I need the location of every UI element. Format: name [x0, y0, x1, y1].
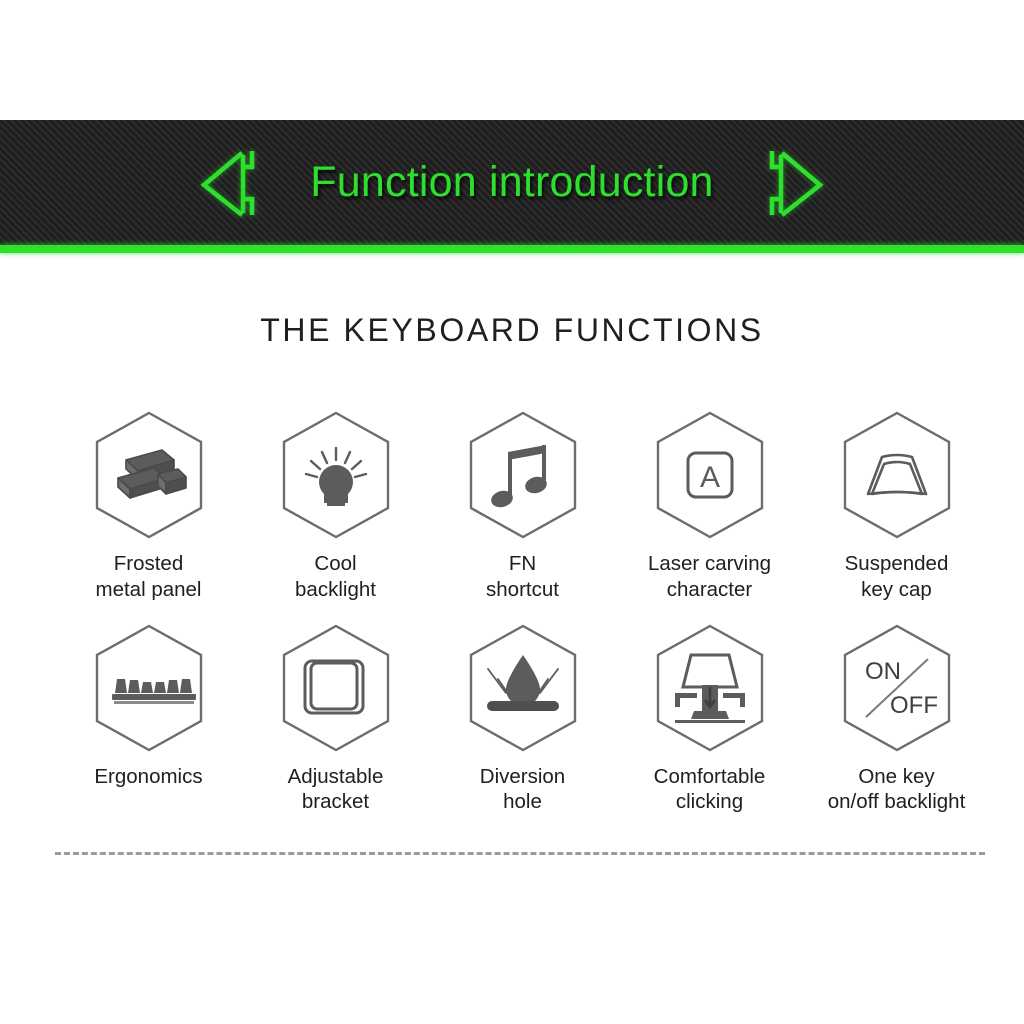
feature-label: Adjustable bracket	[287, 764, 384, 814]
feature-row-2: Ergonomics Adjustable bracket Diversion …	[55, 621, 990, 816]
feature-suspended-key-cap[interactable]: Suspended key cap	[803, 408, 990, 603]
feature-label: One key on/off backlight	[827, 764, 966, 814]
music-note-icon	[462, 408, 584, 542]
feature-one-key-backlight[interactable]: ON OFF One key on/off backlight	[803, 621, 990, 816]
banner-content: Function introduction	[194, 145, 829, 221]
header-banner: Function introduction	[0, 120, 1024, 245]
keycap-letter-a-icon: A	[649, 408, 771, 542]
double-chevron-right-icon	[758, 145, 830, 221]
on-off-toggle-icon: ON OFF	[836, 621, 958, 755]
page-title: THE KEYBOARD FUNCTIONS	[260, 312, 764, 348]
feature-cool-backlight[interactable]: Cool backlight	[242, 408, 429, 603]
double-chevron-left-icon	[194, 145, 266, 221]
feature-fn-shortcut[interactable]: FN shortcut	[429, 408, 616, 603]
feature-grid: Frosted metal panel Cool backlight FN sh…	[55, 408, 990, 815]
feature-row-1: Frosted metal panel Cool backlight FN sh…	[55, 408, 990, 603]
feature-frosted-metal-panel[interactable]: Frosted metal panel	[55, 408, 242, 603]
bottom-dashed-divider	[55, 852, 985, 855]
feature-label: Ergonomics	[94, 764, 203, 788]
trapezoid-keycap-icon	[836, 408, 958, 542]
feature-label: Diversion hole	[479, 764, 566, 814]
feature-adjustable-bracket[interactable]: Adjustable bracket	[242, 621, 429, 816]
feature-ergonomics[interactable]: Ergonomics	[55, 621, 242, 790]
off-label-text: OFF	[890, 692, 938, 719]
feature-label: Laser carving character	[647, 552, 772, 601]
keycap-letter-text: A	[699, 461, 719, 494]
on-label-text: ON	[865, 658, 901, 685]
banner-title: Function introduction	[310, 158, 714, 206]
key-row-profile-icon	[88, 621, 210, 755]
feature-label: FN shortcut	[486, 552, 559, 601]
feature-label: Comfortable clicking	[653, 764, 766, 814]
feature-comfortable-clicking[interactable]: Comfortable clicking	[616, 621, 803, 816]
feature-diversion-hole[interactable]: Diversion hole	[429, 621, 616, 816]
banner-accent-underline	[0, 245, 1024, 253]
nested-squares-bracket-icon	[275, 621, 397, 755]
feature-label: Cool backlight	[295, 552, 376, 601]
light-bulb-icon	[275, 408, 397, 542]
feature-label: Suspended key cap	[844, 552, 949, 601]
metal-ingots-icon	[88, 408, 210, 542]
feature-laser-carving-character[interactable]: A Laser carving character	[616, 408, 803, 603]
water-droplet-icon	[462, 621, 584, 755]
key-press-arrow-icon	[649, 621, 771, 755]
feature-label: Frosted metal panel	[95, 552, 202, 601]
